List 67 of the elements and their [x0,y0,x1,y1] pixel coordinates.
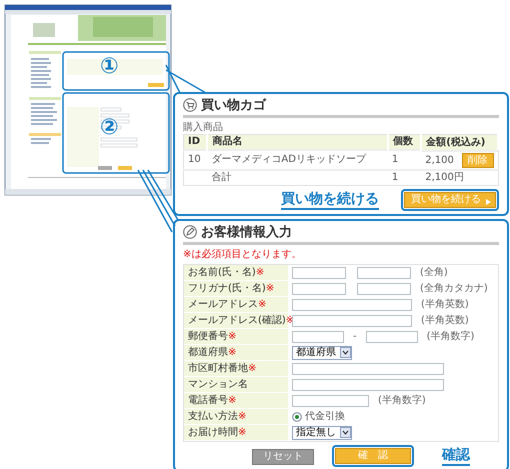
required-mark: ※ [256,266,264,278]
dropdown[interactable]: 都道府県 [292,346,352,360]
input-hint: (半角英数) [421,314,469,326]
callout-number: ① [100,56,119,78]
column-header: 商品名 [207,134,388,150]
column-header: ID [184,134,208,150]
input-field[interactable] [292,266,346,278]
field-label: メールアドレス [188,298,258,310]
required-note: ※は必須項目となります。 [183,249,302,261]
required-mark: ※ [228,346,236,358]
delete-button[interactable]: 削除 [462,153,494,168]
continue-shopping-button[interactable]: 買い物を続ける [404,192,496,208]
cart-icon [183,98,197,112]
pencil-icon [183,225,197,239]
input-hint: (半角数字) [426,330,474,342]
input-hint: (全角カタカナ) [420,282,488,294]
field-label: フリガナ(氏・名) [188,282,266,294]
table-cell: 合計 [207,170,388,186]
input-field[interactable] [366,330,418,342]
input-field[interactable] [292,394,369,406]
callout-label: 確認 [442,446,470,466]
radio-button[interactable] [292,412,302,422]
field-label: 市区町村番地 [188,362,248,374]
field-label: 支払い方法 [188,410,238,422]
callout-number: ② [100,117,119,139]
column-header: 金額(税込み) [421,134,498,150]
field-label: 郵便番号 [188,330,228,342]
table-cell: 10 [184,150,208,170]
input-field[interactable] [357,266,411,278]
input-field[interactable] [292,298,412,310]
separator-text: - [353,330,357,342]
field-label: お届け時間 [188,426,238,438]
table-cell: 1 [388,170,422,186]
callout-label: 買い物を続ける [281,190,379,210]
table-cell: ダーマメディコADリキッドソープ [207,150,388,170]
required-mark: ※ [228,330,236,342]
input-hint: (半角数字) [378,394,426,406]
arrow-icon [486,199,491,205]
input-field[interactable] [292,314,412,326]
input-hint: (全角) [420,266,448,278]
input-field[interactable] [292,282,346,294]
panel-title: お客様情報入力 [201,224,292,240]
required-mark: ※ [266,282,274,294]
required-mark: ※ [258,298,266,310]
input-hint: (半角英数) [421,298,469,310]
dropdown[interactable]: 指定無し [292,426,352,440]
radio-label: 代金引換 [305,410,345,422]
field-label: 電話番号 [188,394,228,406]
field-label: お名前(氏・名) [188,266,256,278]
table-cell: 2,100 [425,154,454,166]
required-mark: ※ [238,426,246,438]
section-label: 購入商品 [183,122,224,134]
input-field[interactable] [357,282,411,294]
reset-button[interactable]: リセット [252,448,314,464]
field-label: 都道府県 [188,346,228,358]
input-field[interactable] [292,378,444,390]
table-cell: 1 [388,150,422,170]
required-mark: ※ [238,410,246,422]
input-field[interactable] [292,330,344,342]
field-label: マンション名 [188,378,248,390]
required-mark: ※ [228,394,236,406]
panel-title: 買い物カゴ [201,98,266,112]
input-field[interactable] [292,362,444,374]
confirm-button[interactable]: 確 認 [335,448,411,464]
table-cell: 2,100円 [421,170,498,186]
field-label: メールアドレス(確認) [188,314,286,326]
required-mark: ※ [248,362,256,374]
